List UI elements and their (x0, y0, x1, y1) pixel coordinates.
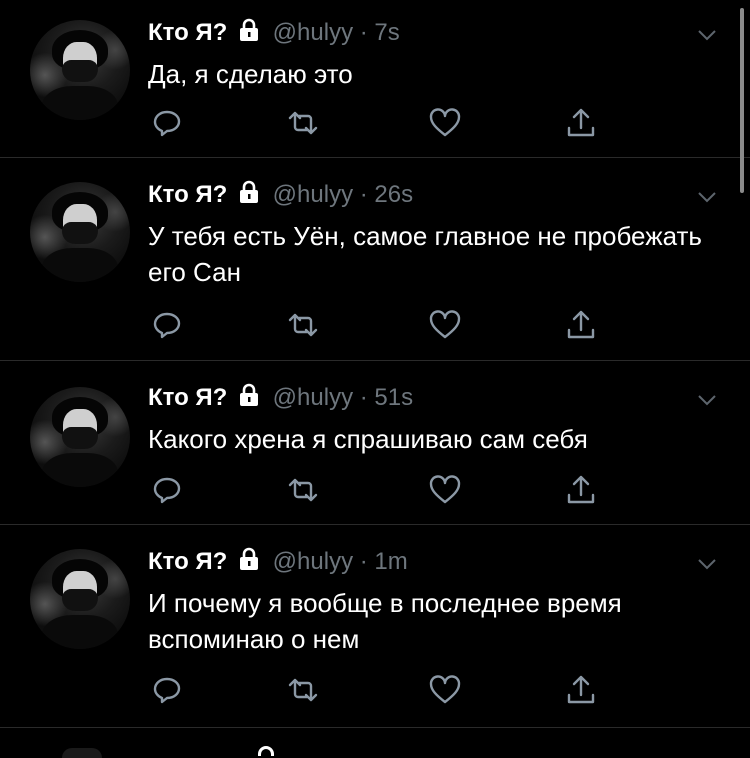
share-icon[interactable] (564, 106, 598, 140)
like-icon[interactable] (428, 308, 462, 342)
tweet[interactable]: Кто Я? @hulyy · 51s Какого хрена я спраш… (0, 361, 750, 525)
tweet-text: Какого хрена я спрашиваю сам себя (148, 424, 588, 454)
reply-icon[interactable] (150, 673, 184, 707)
chevron-down-icon[interactable] (697, 190, 717, 204)
lock-icon (238, 18, 260, 50)
chevron-down-icon[interactable] (697, 393, 717, 407)
tweet[interactable]: Кто Я? @hulyy · 26s У тебя есть Уён, сам… (0, 158, 750, 361)
handle[interactable]: @hulyy (273, 19, 353, 46)
avatar[interactable] (30, 387, 130, 487)
separator: · (359, 384, 368, 411)
reply-icon[interactable] (150, 106, 184, 140)
tweet-header: Кто Я? @hulyy · 26s (148, 180, 413, 212)
display-name[interactable]: Кто Я? (148, 19, 227, 46)
separator: · (359, 181, 368, 208)
chevron-down-icon[interactable] (697, 28, 717, 42)
tweet[interactable]: Кто Я? @hulyy · 7s Да, я сделаю это (0, 0, 750, 158)
tweet-actions (150, 673, 610, 707)
handle[interactable]: @hulyy (273, 548, 353, 575)
tweet-actions (150, 308, 610, 342)
lock-icon (238, 547, 260, 579)
tweet-header: Кто Я? @hulyy · 1m (148, 547, 408, 579)
display-name[interactable]: Кто Я? (148, 548, 227, 575)
avatar[interactable] (30, 20, 130, 120)
timestamp[interactable]: 26s (374, 181, 413, 208)
chevron-down-icon[interactable] (697, 557, 717, 571)
tweet-feed: Кто Я? @hulyy · 7s Да, я сделаю это Кто … (0, 0, 750, 728)
display-name[interactable]: Кто Я? (148, 181, 227, 208)
share-icon[interactable] (564, 308, 598, 342)
avatar[interactable] (30, 182, 130, 282)
reply-icon[interactable] (150, 308, 184, 342)
lock-icon (238, 383, 260, 415)
next-tweet-partial[interactable] (0, 728, 750, 758)
avatar[interactable] (30, 549, 130, 649)
tweet-text: У тебя есть Уён, самое главное не пробеж… (148, 221, 702, 287)
tweet-actions (150, 106, 610, 140)
separator: · (359, 548, 368, 575)
display-name[interactable]: Кто Я? (148, 384, 227, 411)
tweet-header: Кто Я? @hulyy · 51s (148, 383, 413, 415)
handle[interactable]: @hulyy (273, 181, 353, 208)
lock-icon (238, 180, 260, 212)
reply-icon[interactable] (150, 473, 184, 507)
scrollbar[interactable] (740, 8, 744, 193)
handle[interactable]: @hulyy (273, 384, 353, 411)
tweet-header: Кто Я? @hulyy · 7s (148, 18, 400, 50)
tweet[interactable]: Кто Я? @hulyy · 1m И почему я вообще в п… (0, 525, 750, 728)
timestamp[interactable]: 7s (374, 19, 399, 46)
tweet-text: И почему я вообще в последнее время вспо… (148, 588, 622, 654)
share-icon[interactable] (564, 673, 598, 707)
timestamp[interactable]: 51s (374, 384, 413, 411)
retweet-icon[interactable] (286, 106, 320, 140)
retweet-icon[interactable] (286, 308, 320, 342)
separator: · (359, 19, 368, 46)
tweet-text: Да, я сделаю это (148, 59, 353, 89)
tweet-actions (150, 473, 610, 507)
retweet-icon[interactable] (286, 673, 320, 707)
like-icon[interactable] (428, 106, 462, 140)
like-icon[interactable] (428, 673, 462, 707)
retweet-icon[interactable] (286, 473, 320, 507)
timestamp[interactable]: 1m (374, 548, 407, 575)
share-icon[interactable] (564, 473, 598, 507)
like-icon[interactable] (428, 473, 462, 507)
